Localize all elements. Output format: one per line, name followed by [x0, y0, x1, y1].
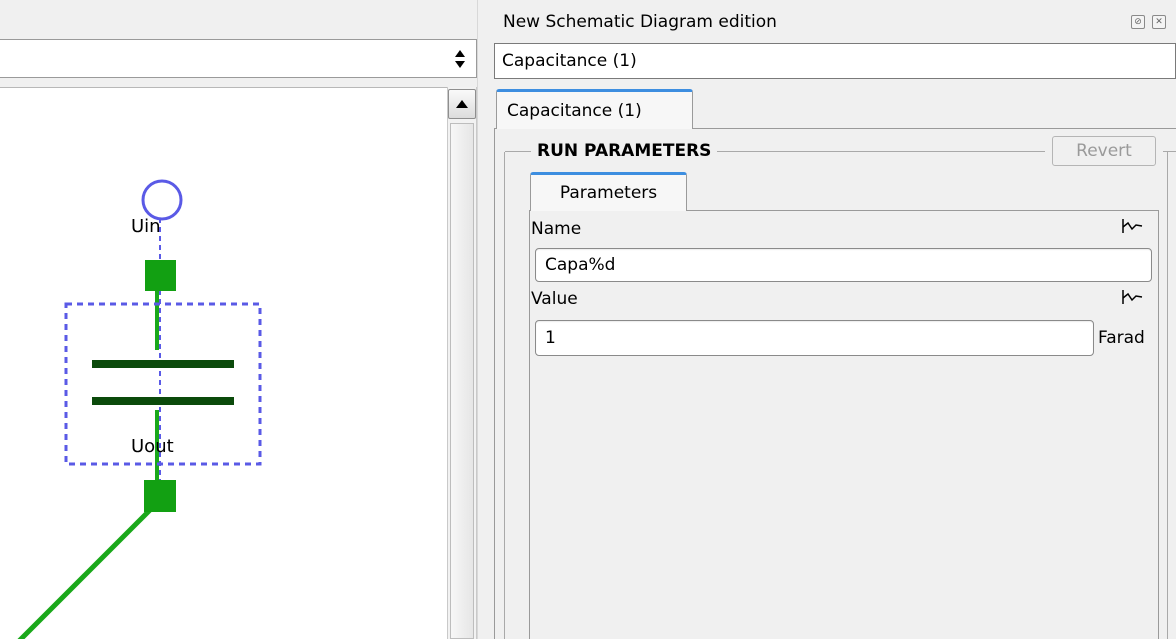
port-out-label: Uout [131, 436, 174, 457]
float-icon[interactable]: ⊘ [1131, 15, 1145, 29]
revert-button[interactable]: Revert [1052, 136, 1156, 166]
capacitor-plate-bottom [92, 397, 234, 405]
run-parameters-title: RUN PARAMETERS [531, 136, 718, 166]
terminal-out [144, 480, 176, 512]
name-label: Name [531, 219, 582, 239]
wire [17, 498, 162, 639]
scrollbar-thumb[interactable] [450, 123, 474, 639]
input-port-icon [141, 179, 183, 221]
group-frame-left [504, 152, 505, 639]
toolbar-area [0, 0, 482, 38]
close-icon[interactable]: ✕ [1152, 15, 1166, 29]
dock-title: New Schematic Diagram edition [503, 12, 777, 32]
curve-icon[interactable] [1120, 217, 1144, 235]
group-frame-right [1167, 152, 1168, 639]
schematic-canvas[interactable]: Uin Uout [0, 87, 447, 639]
tab-parameters[interactable]: Parameters [530, 172, 687, 211]
scroll-up-arrow-icon[interactable] [448, 89, 476, 119]
diagram-selector[interactable] [0, 39, 477, 78]
capacitor-plate-top [92, 360, 234, 368]
spin-arrows-icon[interactable] [444, 42, 476, 75]
current-item-field[interactable]: Capacitance (1) [494, 43, 1176, 79]
curve-icon[interactable] [1120, 288, 1144, 306]
dock-buttons: ⊘ ✕ [1131, 13, 1176, 31]
tab-capacitance[interactable]: Capacitance (1) [496, 89, 693, 129]
value-input[interactable]: 1 [535, 320, 1094, 356]
unit-label: Farad [1098, 328, 1145, 348]
terminal-in [145, 260, 176, 291]
port-in-label: Uin [131, 216, 161, 237]
value-label: Value [531, 289, 578, 309]
name-input[interactable]: Capa%d [535, 248, 1152, 282]
splitter-handle[interactable] [477, 0, 494, 639]
